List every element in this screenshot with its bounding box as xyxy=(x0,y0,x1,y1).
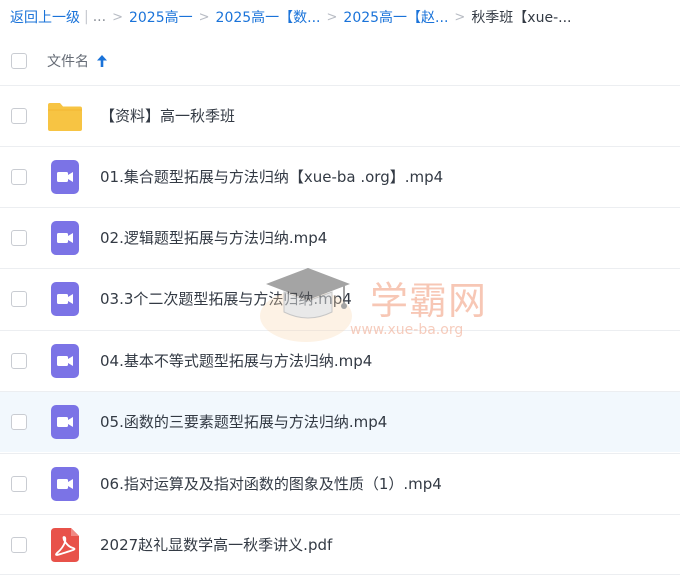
list-item[interactable]: 06.指对运算及及指对函数的图象及性质（1）.mp4 xyxy=(0,453,680,514)
row-checkbox[interactable] xyxy=(11,291,27,307)
breadcrumb-current: 秋季班【xue-... xyxy=(471,10,572,26)
breadcrumb-item[interactable]: 2025高一 xyxy=(129,7,193,27)
select-all-checkbox[interactable] xyxy=(11,53,27,69)
chevron-right-icon: > xyxy=(454,9,466,25)
file-name[interactable]: 01.集合题型拓展与方法归纳【xue-ba .org】.mp4 xyxy=(100,166,443,187)
file-name[interactable]: 05.函数的三要素题型拓展与方法归纳.mp4 xyxy=(100,411,387,432)
breadcrumb-item[interactable]: 2025高一【数... xyxy=(216,7,321,27)
file-name[interactable]: 02.逻辑题型拓展与方法归纳.mp4 xyxy=(100,227,327,248)
back-link[interactable]: 返回上一级 xyxy=(10,7,80,27)
file-name[interactable]: 2027赵礼显数学高一秋季讲义.pdf xyxy=(100,534,332,555)
video-file-icon xyxy=(51,221,79,255)
row-checkbox[interactable] xyxy=(11,108,27,124)
breadcrumb-divider: | xyxy=(84,9,89,25)
video-file-icon xyxy=(51,467,79,501)
file-name[interactable]: 04.基本不等式题型拓展与方法归纳.mp4 xyxy=(100,350,372,371)
list-item[interactable]: 01.集合题型拓展与方法归纳【xue-ba .org】.mp4 xyxy=(0,146,680,207)
file-name[interactable]: 06.指对运算及及指对函数的图象及性质（1）.mp4 xyxy=(100,473,442,494)
row-checkbox[interactable] xyxy=(11,353,27,369)
video-file-icon xyxy=(51,405,79,439)
row-checkbox[interactable] xyxy=(11,414,27,430)
row-checkbox[interactable] xyxy=(11,169,27,185)
list-item[interactable]: 【资料】高一秋季班 xyxy=(0,85,680,146)
list-item[interactable]: 2027赵礼显数学高一秋季讲义.pdf xyxy=(0,514,680,575)
breadcrumb: 返回上一级 | ... > 2025高一 > 2025高一【数... > 202… xyxy=(0,0,680,34)
chevron-right-icon: > xyxy=(326,9,338,25)
file-name[interactable]: 03.3个二次题型拓展与方法归纳.mp4 xyxy=(100,288,352,309)
breadcrumb-ellipsis[interactable]: ... xyxy=(93,9,106,25)
file-name[interactable]: 【资料】高一秋季班 xyxy=(100,105,235,126)
pdf-file-icon xyxy=(51,528,79,562)
list-item[interactable]: 05.函数的三要素题型拓展与方法归纳.mp4 xyxy=(0,391,680,452)
list-item[interactable]: 03.3个二次题型拓展与方法归纳.mp4 xyxy=(0,268,680,329)
column-header-label: 文件名 xyxy=(47,54,89,70)
list-item[interactable]: 04.基本不等式题型拓展与方法归纳.mp4 xyxy=(0,330,680,391)
list-item[interactable]: 02.逻辑题型拓展与方法归纳.mp4 xyxy=(0,207,680,268)
breadcrumb-item[interactable]: 2025高一【赵... xyxy=(343,7,448,27)
column-header-filename[interactable]: 文件名 xyxy=(47,51,108,71)
video-file-icon xyxy=(51,344,79,378)
video-file-icon xyxy=(51,282,79,316)
video-file-icon xyxy=(51,160,79,194)
row-checkbox[interactable] xyxy=(11,230,27,246)
chevron-right-icon: > xyxy=(198,9,210,25)
row-checkbox[interactable] xyxy=(11,537,27,553)
file-list-header: 文件名 xyxy=(0,38,680,84)
sort-ascending-icon xyxy=(97,55,107,67)
folder-icon xyxy=(48,103,82,131)
chevron-right-icon: > xyxy=(112,9,123,25)
row-checkbox[interactable] xyxy=(11,476,27,492)
